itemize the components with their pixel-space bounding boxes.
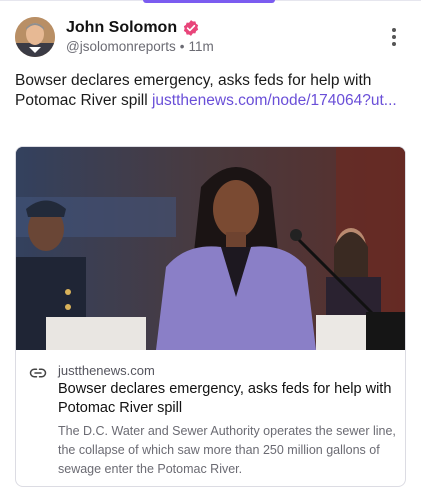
post-timestamp[interactable]: 11m <box>188 39 213 54</box>
author-handle[interactable]: @jsolomonreports <box>66 39 176 54</box>
link-icon <box>29 364 47 382</box>
link-preview-card[interactable]: justthenews.com Bowser declares emergenc… <box>15 146 406 487</box>
post-text: Bowser declares emergency, asks feds for… <box>15 71 410 111</box>
more-vertical-icon[interactable] <box>387 25 401 49</box>
link-domain: justthenews.com <box>58 363 155 378</box>
display-name[interactable]: John Solomon <box>66 19 177 37</box>
verified-badge-icon <box>182 19 200 37</box>
avatar[interactable] <box>15 17 55 57</box>
post-header: John Solomon @jsolomonreports • 11m <box>15 17 407 59</box>
link-preview-image[interactable] <box>16 147 405 350</box>
link-description: The D.C. Water and Sewer Authority opera… <box>58 424 396 476</box>
post: John Solomon @jsolomonreports • 11m Bowser… <box>0 0 421 500</box>
meta-separator: • <box>179 39 185 54</box>
link-preview-body: justthenews.com Bowser declares emergenc… <box>16 350 405 486</box>
name-row: John Solomon <box>66 19 200 37</box>
post-link[interactable]: justthenews.com/node/174064?ut... <box>152 92 397 109</box>
link-title[interactable]: Bowser declares emergency, asks feds for… <box>58 380 398 418</box>
post-meta: @jsolomonreports • 11m <box>66 39 214 54</box>
